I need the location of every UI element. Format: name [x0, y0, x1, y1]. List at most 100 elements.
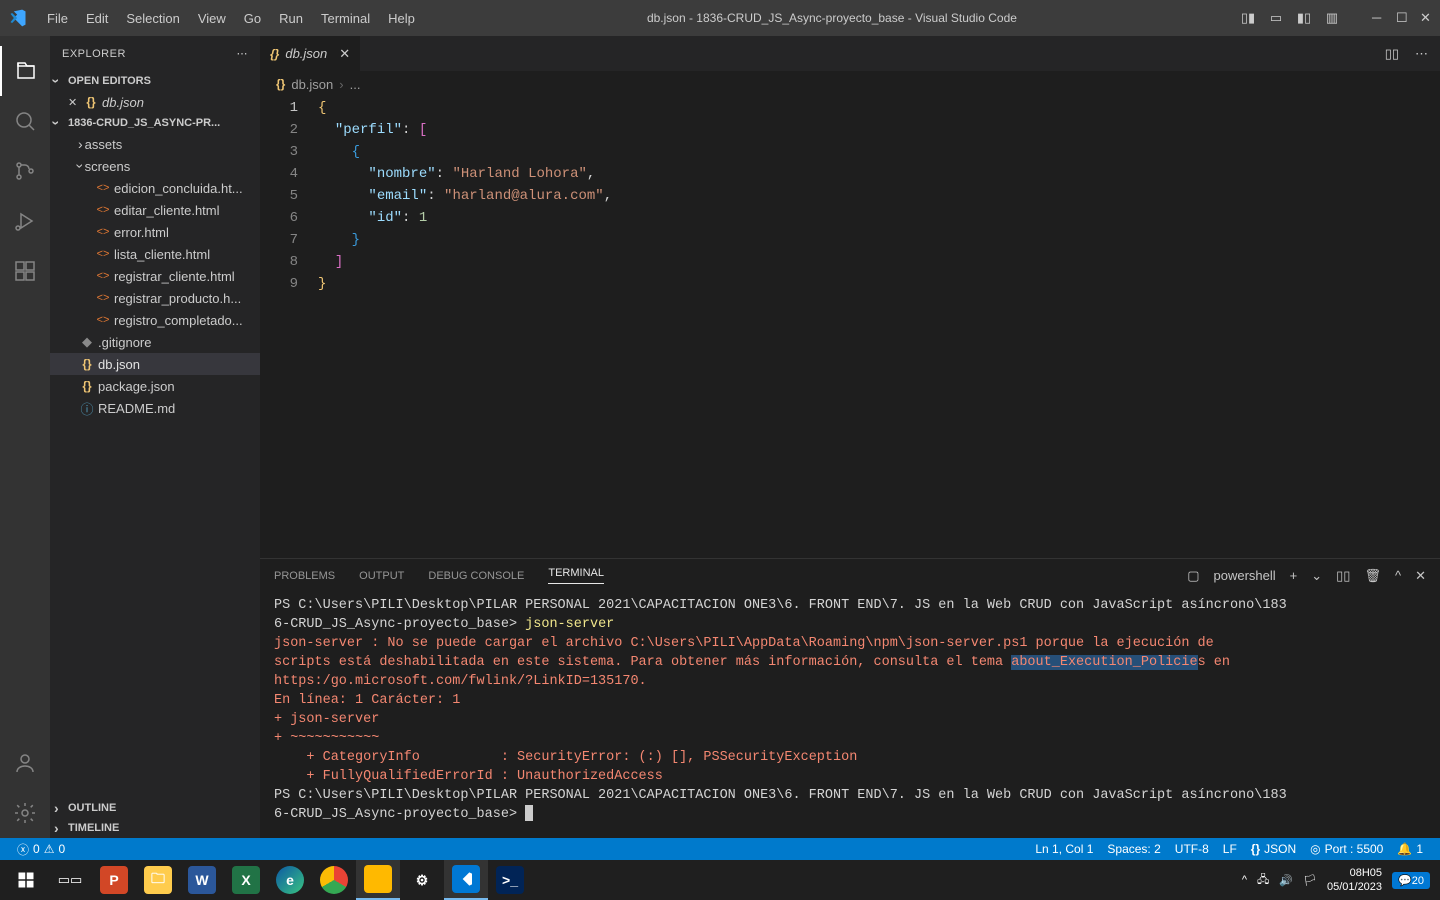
- kill-terminal-icon[interactable]: 🗑: [1364, 568, 1381, 584]
- taskbar-settings[interactable]: ⚙: [400, 860, 444, 900]
- menu-edit[interactable]: Edit: [77, 0, 117, 36]
- tray-chevron-icon[interactable]: ^: [1242, 874, 1247, 886]
- timeline-section[interactable]: TIMELINE: [50, 818, 260, 838]
- activity-settings[interactable]: [0, 788, 50, 838]
- menu-run[interactable]: Run: [270, 0, 312, 36]
- menu-selection[interactable]: Selection: [117, 0, 188, 36]
- tab-db-json[interactable]: {} db.json ✕: [260, 36, 361, 71]
- terminal-dropdown-icon[interactable]: ⌄: [1311, 568, 1322, 584]
- taskbar-word[interactable]: W: [180, 860, 224, 900]
- activity-account[interactable]: [0, 738, 50, 788]
- status-errors[interactable]: ⓧ0⚠0: [10, 841, 72, 858]
- menu-go[interactable]: Go: [235, 0, 270, 36]
- tray-notifications[interactable]: 💬20: [1392, 872, 1430, 889]
- taskbar-explorer[interactable]: 🗀: [136, 860, 180, 900]
- taskbar-powerpoint[interactable]: P: [92, 860, 136, 900]
- maximize-panel-icon[interactable]: ^: [1395, 568, 1401, 583]
- activity-search[interactable]: [0, 96, 50, 146]
- file-package-json[interactable]: {}package.json: [50, 375, 260, 397]
- json-icon: {}: [270, 47, 279, 61]
- html-icon: <>: [94, 248, 112, 260]
- taskbar-vscode[interactable]: [444, 860, 488, 900]
- file-db-json[interactable]: {}db.json: [50, 353, 260, 375]
- taskbar-chrome[interactable]: [312, 860, 356, 900]
- split-terminal-icon[interactable]: ▯▯: [1336, 568, 1350, 584]
- taskbar-edge[interactable]: e: [268, 860, 312, 900]
- activity-extensions[interactable]: [0, 246, 50, 296]
- toggle-primary-sidebar-icon[interactable]: ▯▮: [1240, 10, 1256, 26]
- panel-tab-terminal[interactable]: TERMINAL: [548, 567, 604, 584]
- status-encoding[interactable]: UTF-8: [1168, 842, 1216, 856]
- panel-tab-problems[interactable]: PROBLEMS: [274, 570, 335, 582]
- close-panel-icon[interactable]: ✕: [1415, 568, 1426, 584]
- file-gitignore[interactable]: ◆.gitignore: [50, 331, 260, 353]
- title-bar: File Edit Selection View Go Run Terminal…: [0, 0, 1440, 36]
- menu-file[interactable]: File: [38, 0, 77, 36]
- status-cursor[interactable]: Ln 1, Col 1: [1028, 842, 1100, 856]
- tab-close-icon[interactable]: ✕: [339, 46, 350, 62]
- status-language[interactable]: {}JSON: [1244, 842, 1303, 856]
- explorer-more-icon[interactable]: ⋯: [237, 47, 249, 60]
- menu-help[interactable]: Help: [379, 0, 424, 36]
- activity-source-control[interactable]: [0, 146, 50, 196]
- outline-section[interactable]: OUTLINE: [50, 798, 260, 818]
- toggle-secondary-sidebar-icon[interactable]: ▮▯: [1296, 10, 1312, 26]
- file-readme[interactable]: ⓘREADME.md: [50, 397, 260, 419]
- close-editor-icon[interactable]: ✕: [68, 96, 82, 109]
- panel-tab-output[interactable]: OUTPUT: [359, 570, 404, 582]
- start-button[interactable]: [4, 860, 48, 900]
- activity-run-debug[interactable]: [0, 196, 50, 246]
- file-registro-completado[interactable]: <>registro_completado...: [50, 309, 260, 331]
- tray-language[interactable]: 🏳: [1303, 874, 1317, 887]
- open-editor-item[interactable]: ✕ {} db.json: [50, 91, 260, 113]
- new-terminal-icon[interactable]: +: [1290, 568, 1298, 583]
- minimize-button[interactable]: ─: [1360, 10, 1384, 26]
- tray-clock[interactable]: 08H05 05/01/2023: [1327, 866, 1382, 894]
- tab-more-icon[interactable]: ⋯: [1415, 46, 1428, 62]
- code-editor[interactable]: 123456789 { "perfil": [ { "nombre": "Har…: [260, 97, 1440, 558]
- toggle-panel-icon[interactable]: ▭: [1268, 10, 1284, 26]
- file-edicion[interactable]: <>edicion_concluida.ht...: [50, 177, 260, 199]
- panel-tab-debug[interactable]: DEBUG CONSOLE: [428, 570, 524, 582]
- status-notifications[interactable]: 🔔1: [1390, 842, 1430, 856]
- file-editar[interactable]: <>editar_cliente.html: [50, 199, 260, 221]
- folder-assets[interactable]: assets: [50, 133, 260, 155]
- project-section[interactable]: 1836-CRUD_JS_ASYNC-PR...: [50, 113, 260, 133]
- breadcrumb[interactable]: {} db.json › ...: [260, 71, 1440, 97]
- taskbar-powershell[interactable]: >_: [488, 860, 532, 900]
- taskbar-excel[interactable]: X: [224, 860, 268, 900]
- menu-view[interactable]: View: [189, 0, 235, 36]
- terminal-shell-label[interactable]: powershell: [1214, 568, 1276, 583]
- customize-layout-icon[interactable]: ▥: [1324, 10, 1340, 26]
- system-tray[interactable]: ^ 🖧 🔊 🏳 08H05 05/01/2023 💬20: [1242, 866, 1436, 894]
- file-registrar-producto[interactable]: <>registrar_producto.h...: [50, 287, 260, 309]
- minimap[interactable]: [1360, 97, 1440, 157]
- tray-volume-icon[interactable]: 🔊: [1279, 874, 1293, 887]
- explorer-title: EXPLORER: [62, 48, 126, 60]
- folder-screens[interactable]: screens: [50, 155, 260, 177]
- vscode-logo-icon: [8, 8, 28, 28]
- open-editors-section[interactable]: OPEN EDITORS: [50, 71, 260, 91]
- split-editor-icon[interactable]: ▯▯: [1385, 46, 1399, 62]
- file-error[interactable]: <>error.html: [50, 221, 260, 243]
- file-registrar-cliente[interactable]: <>registrar_cliente.html: [50, 265, 260, 287]
- warning-icon: ⚠: [44, 842, 55, 856]
- activity-explorer[interactable]: [0, 46, 50, 96]
- file-lista[interactable]: <>lista_cliente.html: [50, 243, 260, 265]
- terminal-shell-icon[interactable]: ▢: [1187, 568, 1199, 584]
- menu-terminal[interactable]: Terminal: [312, 0, 379, 36]
- status-spaces[interactable]: Spaces: 2: [1100, 842, 1167, 856]
- chevron-right-icon: [54, 800, 68, 816]
- json-icon: {}: [78, 379, 96, 393]
- close-button[interactable]: ✕: [1408, 10, 1432, 26]
- maximize-button[interactable]: ☐: [1384, 10, 1408, 26]
- chevron-right-icon: [54, 820, 68, 836]
- status-eol[interactable]: LF: [1216, 842, 1244, 856]
- taskbar-notes[interactable]: [356, 860, 400, 900]
- terminal-output[interactable]: PS C:\Users\PILI\Desktop\PILAR PERSONAL …: [260, 592, 1440, 838]
- task-view-button[interactable]: ▭▭: [48, 860, 92, 900]
- explorer-sidebar: EXPLORER ⋯ OPEN EDITORS ✕ {} db.json 183…: [50, 36, 260, 838]
- status-port[interactable]: ◎Port : 5500: [1303, 842, 1390, 856]
- code-content[interactable]: { "perfil": [ { "nombre": "Harland Lohor…: [318, 97, 1440, 558]
- tray-network-icon[interactable]: 🖧: [1257, 871, 1269, 890]
